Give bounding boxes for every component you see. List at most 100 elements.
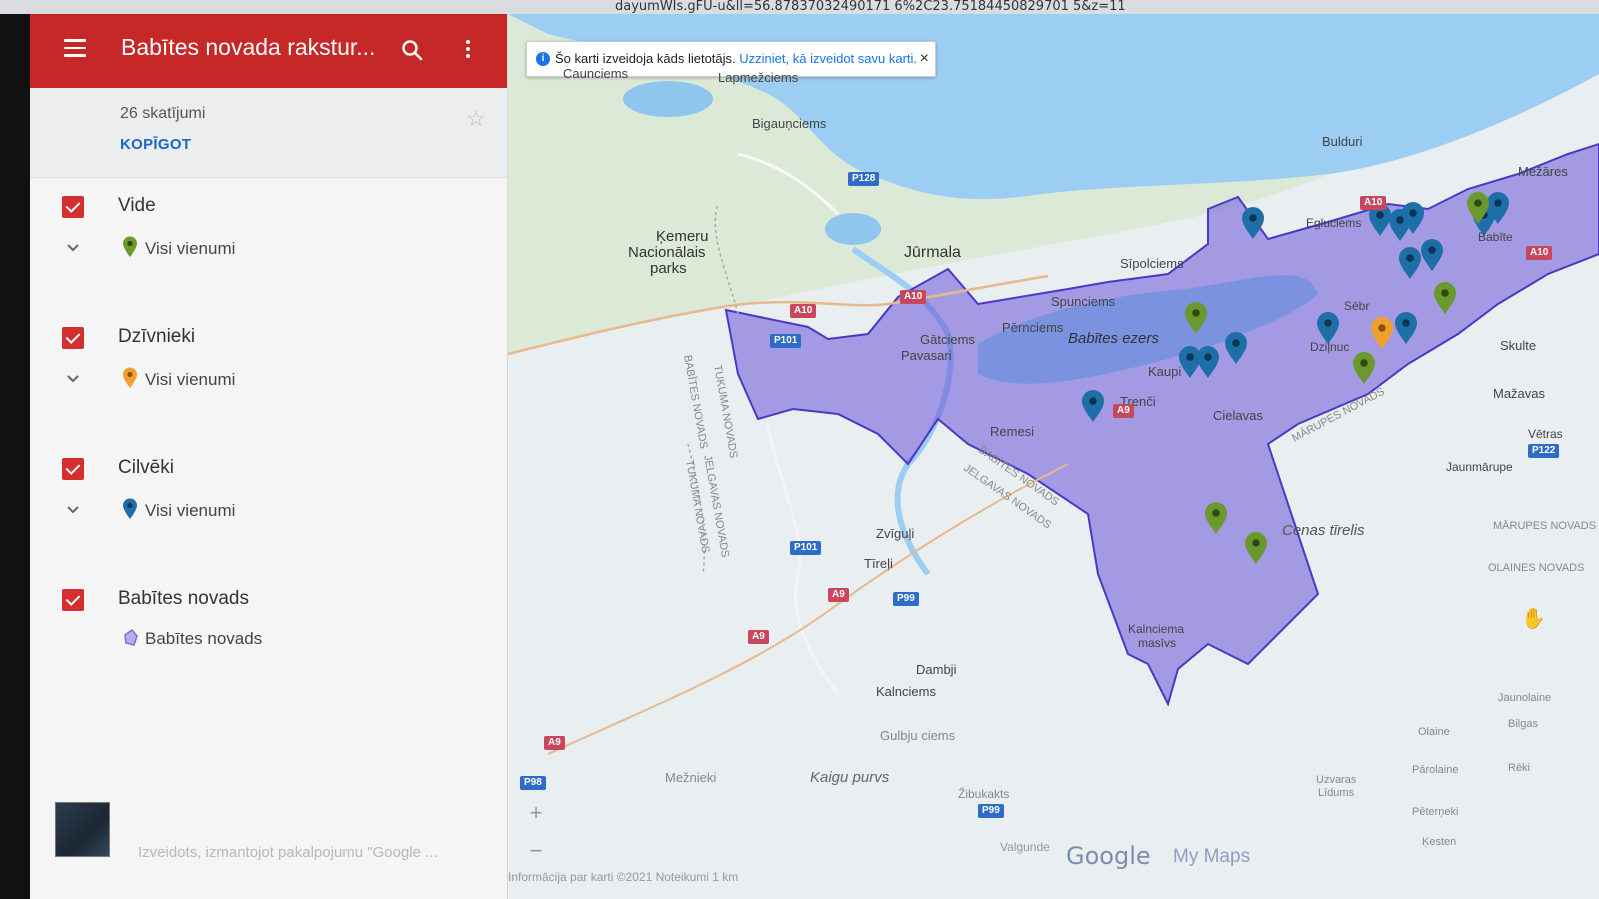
star-icon[interactable]: ☆ [466,106,486,132]
place-label: Egluciems [1306,216,1362,230]
place-label: Līdums [1318,787,1355,799]
more-options-icon[interactable] [464,38,472,62]
place-label: Bigauņciems [752,116,827,131]
mymaps-app: Babītes novada rakstur... 26 skatījumi K… [30,14,1599,899]
place-label: Pēterņeki [1412,806,1459,818]
place-label: Caunciems [563,66,629,81]
place-label: Mažavas [1493,386,1546,401]
place-label: Pērnciems [1002,320,1064,335]
layer-vide: Vide Visi vienumi [30,195,507,327]
layer-items-link[interactable]: Visi vienumi [145,501,235,521]
banner-text: Šo karti izveidoja kāds lietotājs. [555,51,736,66]
place-label: Žibukakts [958,787,1010,801]
place-label: Sīpolciems [1120,256,1184,271]
layer-items-link[interactable]: Visi vienumi [145,370,235,390]
panel-header: Babītes novada rakstur... [30,14,507,88]
place-label: Kaupi [1148,364,1182,379]
place-label: Skulte [1500,338,1537,353]
place-label: Ķesten [1422,836,1457,848]
road-shield: A9 [1113,404,1134,418]
place-label: Lapmežciems [718,70,799,85]
road-shield: A10 [1526,246,1553,260]
place-label: Jaunolaine [1498,692,1552,704]
zoom-in-button[interactable]: + [516,794,556,832]
layer-items-link[interactable]: Visi vienumi [145,239,235,259]
place-label: Bilgas [1508,718,1538,730]
layer-name[interactable]: Babītes novads [118,588,249,610]
zoom-controls: + − [516,794,556,874]
place-label: Dziļnuc [1310,340,1350,354]
layer-name[interactable]: Dzīvnieki [118,326,195,348]
road-shield: P128 [848,172,880,186]
search-icon[interactable] [400,38,424,62]
road-shield: P122 [1528,444,1560,458]
place-label: Vētras [1528,427,1563,441]
map-info: 26 skatījumi KOPĪGOT ☆ [30,88,507,178]
close-icon[interactable]: × [920,42,929,76]
place-label: Bulduri [1322,134,1363,149]
layer-name[interactable]: Vide [118,195,156,217]
chevron-down-icon[interactable] [65,372,81,386]
place-label: Cenas tīrelis [1282,522,1365,539]
place-label: Zvīguļi [876,526,915,541]
layer-checkbox[interactable] [62,589,84,611]
place-label: Ķemeru [656,228,709,245]
google-logo: Google [1066,842,1151,870]
mymaps-logo: My Maps [1173,846,1251,867]
map-canvas[interactable]: i Šo karti izveidoja kāds lietotājs. Uzz… [508,14,1599,899]
info-icon: i [536,52,550,66]
create-map-link[interactable]: Uzziniet, kā izveidot savu karti. [739,51,917,66]
layer-items-link[interactable]: Babītes novads [145,629,262,649]
hand-cursor-icon: ✋ [1521,608,1546,630]
map-attribution[interactable]: Informācija par karti ©2021 Noteikumi 1 … [508,870,738,884]
place-label: Kaigu purvs [810,769,890,786]
layer-checkbox[interactable] [62,327,84,349]
place-label: Cielavas [1213,408,1263,423]
district-label: MĀRUPES NOVADS [1493,520,1597,532]
road-shield: A10 [1360,196,1387,210]
place-label: Kalnciems [876,684,936,699]
place-label: Uzvaras [1316,774,1357,786]
map-pin-icon [123,498,137,519]
layer-name[interactable]: Cilvēki [118,457,174,479]
place-label: Tīreļi [864,556,893,571]
basemap-thumbnail[interactable] [55,802,110,857]
place-label: Pavasari [901,348,952,363]
polygon-icon [124,628,138,646]
place-label: Kalnciema [1128,622,1185,636]
layer-cilveki: Cilvēki Visi vienumi [30,457,507,589]
place-label: masīvs [1138,636,1177,650]
place-label: Spunciems [1051,294,1116,309]
road-shield: P101 [770,334,802,348]
layer-dzivnieki: Dzīvnieki Visi vienumi [30,326,507,458]
place-label: Jūrmala [904,244,961,261]
place-label: Dambji [916,662,957,677]
road-shield: A9 [748,630,769,644]
menu-icon[interactable] [64,39,86,57]
road-shield: P99 [978,804,1004,818]
place-label: Nacionālais [628,244,706,261]
place-label: parks [650,260,687,277]
chevron-down-icon[interactable] [65,503,81,517]
place-label: Valgunde [1000,840,1050,854]
road-shield: A9 [828,588,849,602]
road-shield: P98 [520,776,546,790]
place-label: Sēbr [1344,299,1370,313]
footer-text: Izveidots, izmantojot pakalpojumu "Googl… [138,844,438,861]
place-label: Babīte [1478,230,1513,244]
layer-checkbox[interactable] [62,196,84,218]
place-label: Babītes ezers [1068,330,1159,347]
zoom-out-button[interactable]: − [516,832,556,870]
browser-url-bar[interactable]: dayumWIs.gFU-u&ll=56.87837032490171 6%2C… [0,0,1599,14]
place-label: Olaine [1418,726,1450,738]
road-shield: A9 [544,736,565,750]
district-label: OLAINES NOVADS [1488,562,1585,574]
chevron-down-icon[interactable] [65,241,81,255]
layer-checkbox[interactable] [62,458,84,480]
place-label: Mežnieki [665,770,717,785]
share-button[interactable]: KOPĪGOT [120,136,191,153]
map-pin-icon [123,236,137,257]
map-pin-icon [123,367,137,388]
map-title[interactable]: Babītes novada rakstur... [121,34,375,61]
place-label: Jaunmārupe [1446,460,1513,474]
